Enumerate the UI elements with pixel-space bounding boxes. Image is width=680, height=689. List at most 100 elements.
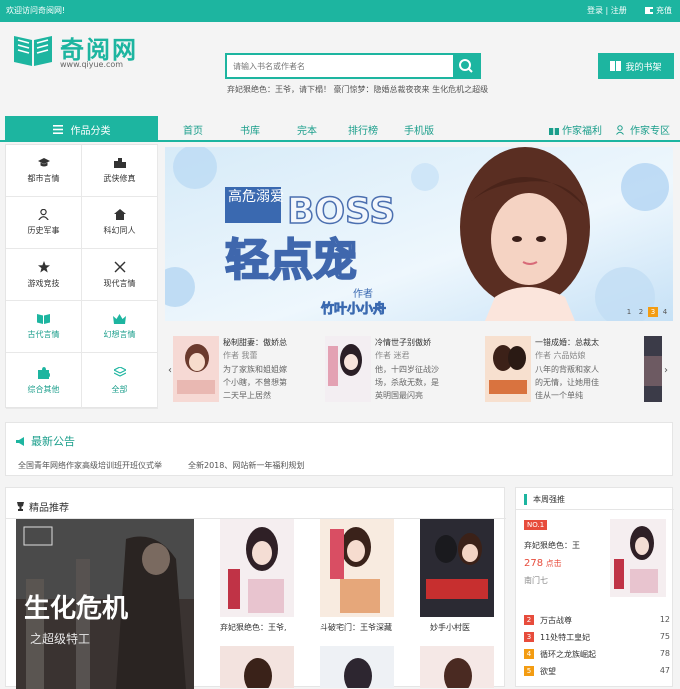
puzzle-icon <box>37 366 50 379</box>
banner-page-3[interactable]: 3 <box>648 307 658 317</box>
megaphone-icon <box>16 436 24 446</box>
category-ancient-romance[interactable]: 古代言情 <box>6 301 82 353</box>
book-cover[interactable] <box>320 646 394 688</box>
recharge-link[interactable]: 充值 <box>645 5 672 16</box>
slider-book[interactable]: 冷情世子别傲娇 作者 迷君 他，十四岁征战沙场，杀敌无数，是英明国最闪亮 <box>317 330 439 412</box>
crown-icon <box>113 313 126 324</box>
announcement-item[interactable]: 全新2018、网站新一年福利规划 <box>188 460 304 471</box>
star-icon <box>37 260 50 272</box>
banner-artwork: 高危溺爱 BOSS 轻点宠 作者 竹叶小小舟 <box>165 147 673 321</box>
book-cover[interactable] <box>220 646 294 688</box>
category-scifi[interactable]: 科幻同人 <box>82 197 158 249</box>
category-label: 作品分类 <box>70 125 111 137</box>
banner-page-4[interactable]: 4 <box>660 307 670 317</box>
banner-line3: 轻点宠 <box>225 235 357 286</box>
weekly-header: 本周强推 <box>516 488 674 510</box>
nav-completed[interactable]: 完本 <box>297 122 317 137</box>
banner-author: 竹叶小小舟 <box>320 301 386 317</box>
trophy-icon <box>17 502 24 511</box>
nav-home[interactable]: 首页 <box>183 122 203 137</box>
menu-icon <box>52 124 63 134</box>
nav-library[interactable]: 书库 <box>240 122 260 137</box>
big-cover-subtitle: 之超级特工 <box>30 631 90 646</box>
book-title[interactable]: 妙手小村医 <box>430 622 470 633</box>
rank-number: 4 <box>524 649 534 659</box>
welfare-label: 作家福利 <box>562 126 602 137</box>
category-urban-romance[interactable]: 都市言情 <box>6 145 82 197</box>
city-icon <box>113 157 126 168</box>
rank-badge: NO.1 <box>524 520 548 530</box>
rank-number: 5 <box>524 666 534 676</box>
book-icon <box>610 61 622 71</box>
slider-book[interactable]: 秘制甜妻：傲娇总 作者 我蕾 为了家族和姐姐嫁个小瞎，不曾想第二天早上居然 <box>165 330 287 412</box>
wallet-icon <box>645 7 653 14</box>
rank-item[interactable]: 3 11处特工皇妃 75 <box>524 631 670 645</box>
book-open-icon <box>37 313 50 324</box>
book-cover <box>325 336 371 402</box>
logo-url: www.qiyue.com <box>60 60 124 69</box>
recommended-header: 精品推荐 <box>16 499 69 514</box>
search-icon <box>459 59 473 73</box>
hot-search-links[interactable]: 弃妃狠绝色：王爷，请下榻！ 豪门惊梦：隐婚总裁夜夜来 生化危机之超级 <box>227 84 488 95</box>
book-cover[interactable] <box>320 519 394 617</box>
banner-page-2[interactable]: 2 <box>636 307 646 317</box>
login-register-link[interactable]: 登录 | 注册 <box>587 5 627 16</box>
rank-number: 2 <box>524 615 534 625</box>
main-nav: 作品分类 首页 书库 完本 排行榜 手机版 作家福利 作家专区 <box>0 116 680 142</box>
zone-label: 作家专区 <box>630 126 670 137</box>
category-wuxia[interactable]: 武侠修真 <box>82 145 158 197</box>
announcement-header: 最新公告 <box>16 433 75 449</box>
banner-line1: 高危溺爱 <box>228 188 284 205</box>
category-modern-romance[interactable]: 现代言情 <box>82 249 158 301</box>
big-cover-title: 生化危机 <box>24 593 128 624</box>
nav-author-zone[interactable]: 作家专区 <box>616 122 670 137</box>
book-title[interactable]: 弃妃狠绝色：王爷, <box>220 622 287 633</box>
slider-book[interactable]: 一错成婚：总裁太 作者 六品姑娘 八年的背叛和家人的无情，让她用佳佳从一个单纯 <box>477 330 599 412</box>
top-bar: 欢迎访问奇阅网! 登录 | 注册 充值 <box>0 0 680 22</box>
site-logo[interactable]: 奇阅网 www.qiyue.com <box>12 30 142 82</box>
banner-line2: BOSS <box>287 191 395 232</box>
recharge-label: 充值 <box>656 6 672 15</box>
layers-icon <box>113 366 126 377</box>
book-cover[interactable] <box>420 519 494 617</box>
category-other[interactable]: 综合其他 <box>6 353 82 409</box>
person-icon <box>38 209 49 220</box>
welcome-text: 欢迎访问奇阅网! <box>6 6 66 15</box>
announcement-item[interactable]: 全国青年网络作家高级培训班开班仪式举 <box>18 460 162 471</box>
top-book-title[interactable]: 弃妃狠绝色：王 <box>524 540 580 551</box>
featured-big-cover[interactable]: 生化危机 之超级特工 <box>16 519 194 689</box>
book-cover[interactable] <box>610 519 666 597</box>
gift-icon <box>549 127 559 135</box>
nav-author-welfare[interactable]: 作家福利 <box>549 122 602 137</box>
book-cover[interactable] <box>220 519 294 617</box>
announcement-panel: 最新公告 全国青年网络作家高级培训班开班仪式举 全新2018、网站新一年福利规划 <box>5 422 673 476</box>
category-history-military[interactable]: 历史军事 <box>6 197 82 249</box>
weekly-recommend-panel: 本周强推 NO.1 弃妃狠绝色：王 278 点击 南门七 2 万古战尊 12 3… <box>515 487 674 687</box>
promo-banner[interactable]: 高危溺爱 BOSS 轻点宠 作者 竹叶小小舟 <box>165 147 673 321</box>
my-bookshelf-button[interactable]: 我的书架 <box>598 53 674 79</box>
rank-item[interactable]: 4 循环之龙族崛起 78 <box>524 648 670 662</box>
nav-mobile[interactable]: 手机版 <box>404 122 434 137</box>
big-cover-art: 生化危机 之超级特工 <box>16 519 194 689</box>
graduation-cap-icon <box>37 157 50 166</box>
shelf-label: 我的书架 <box>625 62 662 73</box>
search-input[interactable] <box>227 55 453 77</box>
book-title[interactable]: 斗破宅门：王爷深藏 <box>320 622 392 633</box>
category-fantasy-romance[interactable]: 幻想言情 <box>82 301 158 353</box>
nav-ranking[interactable]: 排行榜 <box>348 122 378 137</box>
book-cover-partial <box>644 336 662 402</box>
book-cover <box>173 336 219 402</box>
rank-item[interactable]: 2 万古战尊 12 <box>524 614 670 628</box>
search-box <box>225 53 481 79</box>
rank-number: 3 <box>524 632 534 642</box>
featured-books-slider: 秘制甜妻：傲娇总 作者 我蕾 为了家族和姐姐嫁个小瞎，不曾想第二天早上居然 冷情… <box>165 330 673 412</box>
category-games[interactable]: 游戏竞技 <box>6 249 82 301</box>
home-icon <box>113 209 126 220</box>
rank-item[interactable]: 5 欲望 47 <box>524 665 670 679</box>
category-menu-button[interactable]: 作品分类 <box>5 116 158 142</box>
banner-page-1[interactable]: 1 <box>624 307 634 317</box>
book-cover[interactable] <box>420 646 494 688</box>
search-button[interactable] <box>453 55 479 77</box>
top-book-author: 南门七 <box>524 576 548 585</box>
category-all[interactable]: 全部 <box>82 353 158 409</box>
